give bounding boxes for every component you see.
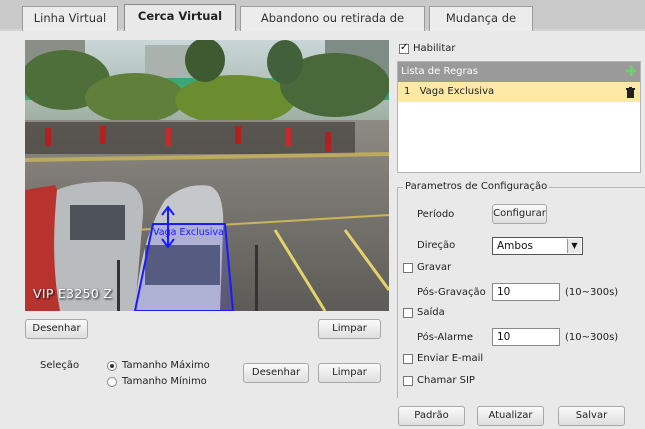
selection-label: Seleção <box>40 360 80 371</box>
refresh-button[interactable]: Atualizar <box>477 406 544 426</box>
trash-icon[interactable] <box>626 86 635 98</box>
save-button[interactable]: Salvar <box>558 406 625 426</box>
period-label: Período <box>417 209 455 220</box>
selection-draw-button[interactable]: Desenhar <box>243 363 309 383</box>
post-record-input[interactable]: 10 <box>492 283 560 301</box>
selection-clear-button[interactable]: Limpar <box>318 363 381 383</box>
post-alarm-range: (10~300s) <box>565 332 619 343</box>
output-label: Saída <box>417 307 445 318</box>
min-size-label: Tamanho Mínimo <box>122 376 207 387</box>
post-alarm-label: Pós-Alarme <box>417 332 473 343</box>
min-size-radio[interactable] <box>107 377 117 387</box>
tab-cerca-virtual[interactable]: Cerca Virtual <box>124 4 236 32</box>
rule-index: 1 <box>404 86 411 97</box>
direction-label: Direção <box>417 240 456 251</box>
post-record-range: (10~300s) <box>565 287 619 298</box>
max-size-radio[interactable] <box>107 361 117 371</box>
email-checkbox[interactable] <box>403 354 413 364</box>
tab-linha-virtual[interactable]: Linha Virtual <box>22 6 118 31</box>
chevron-down-icon: ▼ <box>567 239 581 253</box>
tab-abandono[interactable]: Abandono ou retirada de objetos <box>240 6 425 48</box>
post-record-label: Pós-Gravação <box>417 287 486 298</box>
video-preview[interactable]: Vaga Exclusiva VIP E3250 Z <box>25 40 389 311</box>
max-size-label: Tamanho Máximo <box>122 360 210 371</box>
post-alarm-input[interactable]: 10 <box>492 328 560 346</box>
record-label: Gravar <box>417 262 452 273</box>
sip-label: Chamar SIP <box>417 375 475 386</box>
rules-header: Lista de Regras ✚ <box>398 62 640 82</box>
tab-mudanca-cena[interactable]: Mudança de Cena <box>429 6 533 48</box>
rule-name: Vaga Exclusiva <box>419 86 495 97</box>
record-checkbox[interactable] <box>403 263 413 273</box>
direction-select[interactable]: Ambos ▼ <box>492 237 583 255</box>
output-checkbox[interactable] <box>403 308 413 318</box>
draw-button[interactable]: Desenhar <box>25 319 88 339</box>
clear-button[interactable]: Limpar <box>318 319 381 339</box>
config-legend: Parametros de Configuração <box>403 181 550 192</box>
sip-checkbox[interactable] <box>403 376 413 386</box>
rules-header-label: Lista de Regras <box>401 66 478 77</box>
configure-button[interactable]: Configurar <box>492 204 547 224</box>
camera-scene <box>25 40 389 311</box>
rule-item[interactable]: 1 Vaga Exclusiva <box>398 82 640 102</box>
enable-checkbox[interactable] <box>399 42 409 54</box>
email-label: Enviar E-mail <box>417 353 484 364</box>
camera-osd: VIP E3250 Z <box>33 286 113 301</box>
add-rule-icon[interactable]: ✚ <box>625 62 637 82</box>
tab-bar: Linha Virtual Cerca Virtual Abandono ou … <box>0 0 645 48</box>
enable-label: Habilitar <box>413 43 456 54</box>
direction-value: Ambos <box>497 240 533 252</box>
zone-label: Vaga Exclusiva <box>153 227 224 238</box>
default-button[interactable]: Padrão <box>398 406 465 426</box>
rules-list: Lista de Regras ✚ 1 Vaga Exclusiva <box>397 61 641 173</box>
